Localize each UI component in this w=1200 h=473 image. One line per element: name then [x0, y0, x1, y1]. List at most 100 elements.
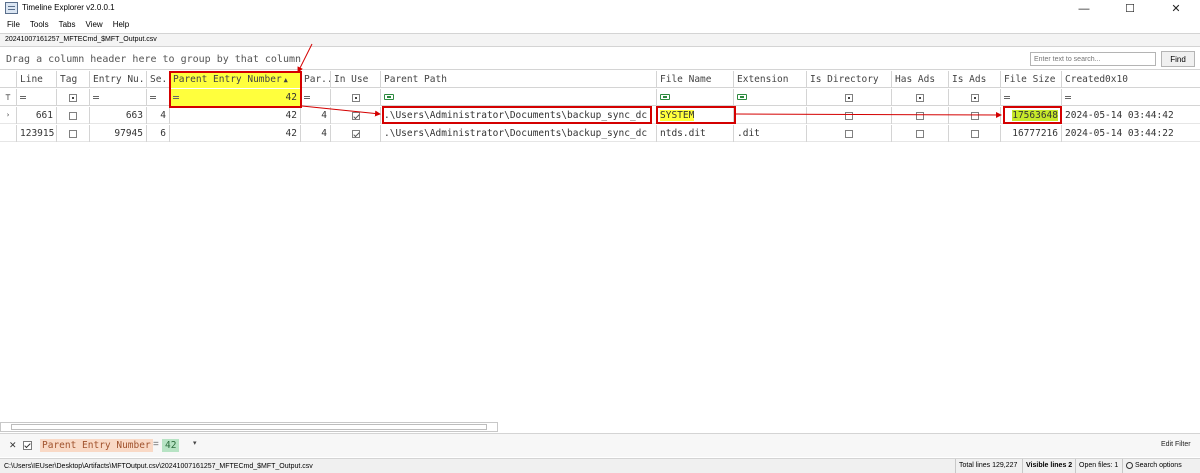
group-panel[interactable]: Drag a column header here to group by th…	[0, 48, 1200, 70]
cell-has-ads[interactable]	[892, 107, 949, 124]
checkbox-indeterminate-icon	[970, 93, 979, 102]
cell-parent-sequence[interactable]: 4	[301, 107, 331, 124]
menu-tools[interactable]: Tools	[30, 17, 49, 32]
find-button[interactable]: Find	[1161, 51, 1195, 67]
cell-created[interactable]: 2024-05-14 03:44:42	[1062, 107, 1200, 124]
table-row[interactable]: › 661 663 4 42 4 .\Users\Administrator\D…	[0, 107, 1200, 124]
filter-file-size[interactable]	[1001, 89, 1062, 106]
filter-sequence[interactable]	[147, 89, 170, 106]
table-row[interactable]: 123915 97945 6 42 4 .\Users\Administrato…	[0, 125, 1200, 142]
cell-extension[interactable]	[734, 107, 807, 124]
header-sequence[interactable]: Se...	[147, 71, 170, 88]
cell-entry-number[interactable]: 663	[90, 107, 147, 124]
clear-filter-close-icon[interactable]: ✕	[9, 440, 17, 451]
title-bar: Timeline Explorer v2.0.0.1 — ☐ ✕	[0, 0, 1200, 17]
cell-file-size[interactable]: 16777216	[1001, 125, 1062, 142]
menu-help[interactable]: Help	[113, 17, 129, 32]
filter-operator[interactable]: =	[153, 439, 159, 450]
funnel-icon: ⊤	[5, 93, 11, 103]
cell-is-ads[interactable]	[949, 107, 1001, 124]
search-input[interactable]	[1030, 52, 1156, 66]
header-has-ads[interactable]: Has Ads	[892, 71, 949, 88]
cell-created[interactable]: 2024-05-14 03:44:22	[1062, 125, 1200, 142]
equals-icon	[304, 96, 310, 99]
header-tag[interactable]: Tag	[57, 71, 90, 88]
cell-parent-entry-number[interactable]: 42	[170, 125, 301, 142]
filter-entry-number[interactable]	[90, 89, 147, 106]
edit-filter-button[interactable]: Edit Filter	[1161, 441, 1191, 448]
cell-tag[interactable]	[57, 125, 90, 142]
maximize-button[interactable]: ☐	[1107, 0, 1153, 17]
filter-parent-entry-number[interactable]: 42	[170, 89, 301, 106]
filter-line[interactable]	[17, 89, 57, 106]
cell-sequence[interactable]: 6	[147, 125, 170, 142]
header-in-use[interactable]: In Use	[331, 71, 381, 88]
menu-tabs[interactable]: Tabs	[59, 17, 76, 32]
tag-checkbox[interactable]	[69, 111, 77, 120]
header-line[interactable]: Line	[17, 71, 57, 88]
filter-parent-sequence[interactable]	[301, 89, 331, 106]
header-parent-sequence[interactable]: Par...	[301, 71, 331, 88]
filter-field-name[interactable]: Parent Entry Number	[40, 439, 153, 452]
cell-in-use[interactable]	[331, 125, 381, 142]
close-button[interactable]: ✕	[1153, 0, 1199, 17]
cell-is-directory[interactable]	[807, 125, 892, 142]
column-header-row: Line Tag Entry Nu... Se... Parent Entry …	[0, 71, 1200, 88]
header-is-directory[interactable]: Is Directory	[807, 71, 892, 88]
minimize-button[interactable]: —	[1061, 0, 1107, 17]
tag-checkbox[interactable]	[69, 129, 77, 138]
header-file-name[interactable]: File Name	[657, 71, 734, 88]
enable-filter-checkbox[interactable]	[23, 441, 32, 450]
menu-view[interactable]: View	[85, 17, 102, 32]
header-file-size[interactable]: File Size	[1001, 71, 1062, 88]
header-entry-number[interactable]: Entry Nu...	[90, 71, 147, 88]
scrollbar-thumb[interactable]	[11, 424, 487, 430]
cell-in-use[interactable]	[331, 107, 381, 124]
cell-file-size[interactable]: 17563648	[1001, 107, 1062, 124]
checkbox-unchecked-icon	[916, 129, 924, 138]
equals-icon	[1004, 96, 1010, 99]
header-extension[interactable]: Extension	[734, 71, 807, 88]
text-filter-icon	[660, 94, 670, 100]
filter-is-directory[interactable]	[807, 89, 892, 106]
filter-created[interactable]	[1062, 89, 1200, 106]
cell-parent-sequence[interactable]: 4	[301, 125, 331, 142]
cell-file-name[interactable]: ntds.dit	[657, 125, 734, 142]
header-parent-entry-number[interactable]: Parent Entry Number ▲	[170, 71, 301, 88]
cell-line[interactable]: 123915	[17, 125, 57, 142]
header-parent-path[interactable]: Parent Path	[381, 71, 657, 88]
cell-is-directory[interactable]	[807, 107, 892, 124]
filter-value[interactable]: 42	[162, 439, 180, 452]
cell-parent-path[interactable]: .\Users\Administrator\Documents\backup_s…	[381, 125, 657, 142]
checkbox-indeterminate-icon	[916, 93, 924, 102]
filter-history-dropdown-icon[interactable]: ▾	[193, 439, 197, 447]
header-corner	[0, 71, 17, 88]
cell-is-ads[interactable]	[949, 125, 1001, 142]
file-tab[interactable]: 20241007161257_MFTECmd_$MFT_Output.csv	[5, 36, 157, 43]
file-tab-strip: 20241007161257_MFTECmd_$MFT_Output.csv	[0, 33, 1200, 47]
cell-parent-path[interactable]: .\Users\Administrator\Documents\backup_s…	[381, 107, 657, 124]
cell-entry-number[interactable]: 97945	[90, 125, 147, 142]
filter-is-ads[interactable]	[949, 89, 1001, 106]
cell-file-name[interactable]: SYSTEM	[657, 107, 734, 124]
filter-row-icon: ⊤	[0, 89, 17, 106]
cell-line[interactable]: 661	[17, 107, 57, 124]
filter-tag[interactable]	[57, 89, 90, 106]
filter-has-ads[interactable]	[892, 89, 949, 106]
search-options-icon	[1126, 461, 1133, 469]
cell-tag[interactable]	[57, 107, 90, 124]
cell-extension[interactable]: .dit	[734, 125, 807, 142]
horizontal-scrollbar[interactable]	[0, 422, 498, 432]
cell-has-ads[interactable]	[892, 125, 949, 142]
filter-file-name[interactable]	[657, 89, 734, 106]
filter-extension[interactable]	[734, 89, 807, 106]
header-created[interactable]: Created0x10	[1062, 71, 1200, 88]
row-indicator-icon: ›	[0, 107, 17, 124]
filter-in-use[interactable]	[331, 89, 381, 106]
filter-parent-path[interactable]	[381, 89, 657, 106]
cell-parent-entry-number[interactable]: 42	[170, 107, 301, 124]
search-options-button[interactable]: Search options	[1122, 459, 1185, 473]
header-is-ads[interactable]: Is Ads	[949, 71, 1001, 88]
menu-file[interactable]: File	[7, 17, 20, 32]
cell-sequence[interactable]: 4	[147, 107, 170, 124]
